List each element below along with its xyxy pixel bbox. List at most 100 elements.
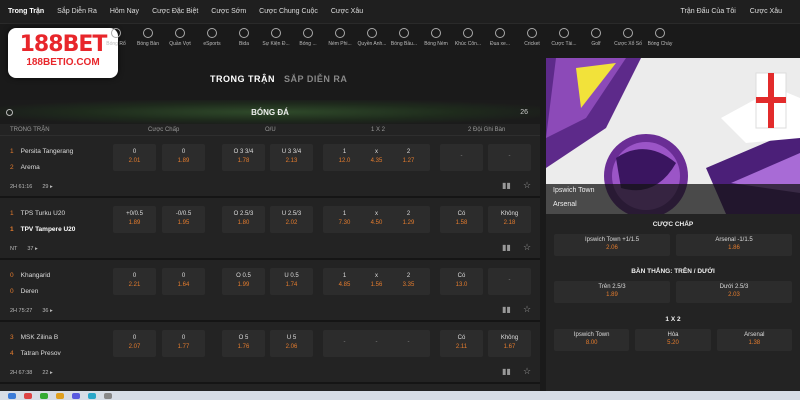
taskbar-app-icon[interactable]: [40, 392, 48, 399]
sport-tab[interactable]: eSports: [196, 26, 228, 54]
sport-tab[interactable]: Bóng Ném: [420, 26, 452, 54]
odds-cell[interactable]: O 5 1.76: [222, 330, 265, 357]
odds-cell[interactable]: 2 1.27: [387, 144, 430, 171]
odds-cell[interactable]: U 5 2.06: [270, 330, 313, 357]
featured-odds-box[interactable]: Hòa 5.20: [635, 329, 711, 351]
taskbar-app-icon[interactable]: [88, 392, 96, 399]
home-team[interactable]: 0 Khangarid: [10, 272, 50, 279]
top-nav-link[interactable]: Cược Sớm: [211, 8, 246, 15]
stats-icon[interactable]: ▮▮: [502, 368, 511, 376]
taskbar-app-icon[interactable]: [24, 392, 32, 399]
stats-icon[interactable]: ▮▮: [502, 306, 511, 314]
sport-tab[interactable]: Bóng Chày: [644, 26, 676, 54]
favorite-star-icon[interactable]: ☆: [523, 305, 531, 314]
away-team[interactable]: 0 Deren: [10, 288, 38, 295]
stats-icon[interactable]: ▮▮: [502, 244, 511, 252]
taskbar-app-icon[interactable]: [72, 392, 80, 399]
featured-odds-box[interactable]: Arsenal -1/1.5 1.86: [676, 234, 792, 256]
odds-cell[interactable]: 0 2.21: [113, 268, 156, 295]
favorite-star-icon[interactable]: ☆: [523, 243, 531, 252]
odds-cell[interactable]: Có 1.58: [440, 206, 483, 233]
sport-tab[interactable]: Cược Tài...: [548, 26, 580, 54]
favorite-star-icon[interactable]: ☆: [523, 367, 531, 376]
top-right-link[interactable]: Cược Xâu: [750, 8, 782, 15]
featured-teams: Ipswich Town Arsenal: [546, 184, 800, 214]
top-navigation: Trong Trận Sắp Diễn Ra Hôm Nay Cược Đặc Biệ…: [0, 0, 800, 24]
top-nav-link[interactable]: Cược Chung Cuộc: [259, 8, 318, 15]
featured-odds-box[interactable]: Dưới 2.5/3 2.03: [676, 281, 792, 303]
odds-cell[interactable]: 0 1.77: [162, 330, 205, 357]
home-team[interactable]: 1 Persita Tangerang: [10, 148, 73, 155]
taskbar-app-icon[interactable]: [104, 392, 112, 399]
odds-cell[interactable]: 0 1.89: [162, 144, 205, 171]
sport-label: Cược Xổ Số: [614, 41, 642, 47]
sport-tab[interactable]: Bóng ...: [292, 26, 324, 54]
odds-cell[interactable]: O 2.5/3 1.80: [222, 206, 265, 233]
top-right-link[interactable]: Trận Đấu Của Tôi: [681, 8, 736, 15]
handicap-odds: Ipswich Town +1/1.5 2.06 Arsenal -1/1.5 1.8…: [546, 234, 800, 256]
odds-label: O 0.5: [236, 273, 251, 279]
sport-tab[interactable]: Bóng Bầu...: [388, 26, 420, 54]
odds-label: Có: [457, 273, 466, 279]
sport-tab[interactable]: Sự Kiện Đ...: [260, 26, 292, 54]
home-team[interactable]: 1 TPS Turku U20: [10, 210, 65, 217]
odds-cell[interactable]: Có 2.11: [440, 330, 483, 357]
more-markets-link[interactable]: 36 ▸: [42, 308, 52, 314]
odds-cell[interactable]: U 2.5/3 2.02: [270, 206, 313, 233]
odds-cell[interactable]: Không 2.18: [488, 206, 531, 233]
featured-odds-box[interactable]: Arsenal 1.38: [716, 329, 792, 351]
favorite-star-icon[interactable]: ☆: [523, 181, 531, 190]
sport-tab[interactable]: Cược Xổ Số: [612, 26, 644, 54]
tab-upcoming[interactable]: SẮP DIỄN RA: [284, 74, 347, 84]
tab-live[interactable]: TRONG TRẬN: [210, 74, 275, 84]
sport-tab[interactable]: Đua xe...: [484, 26, 516, 54]
more-markets-link[interactable]: 22 ▸: [42, 370, 52, 376]
section-count: 26: [520, 108, 528, 116]
featured-odds-box[interactable]: Trên 2.5/3 1.89: [554, 281, 670, 303]
match-time: NT 37 ▸: [10, 246, 38, 252]
stats-icon[interactable]: ▮▮: [502, 182, 511, 190]
sport-tab[interactable]: Ném Phi...: [324, 26, 356, 54]
sport-tab[interactable]: Quần Vợt: [164, 26, 196, 54]
odds-cell[interactable]: Có 13.0: [440, 268, 483, 295]
odds-value: 1.64: [177, 282, 190, 288]
odds-cell[interactable]: 0 2.07: [113, 330, 156, 357]
sport-tab[interactable]: Bóng Bàn: [132, 26, 164, 54]
odds-cell[interactable]: U 0.5 1.74: [270, 268, 313, 295]
odds-cell[interactable]: 2 1.29: [387, 206, 430, 233]
top-nav-link[interactable]: Trong Trận: [8, 8, 44, 15]
sport-label: Bida: [238, 41, 249, 47]
odds-cell[interactable]: Không 1.67: [488, 330, 531, 357]
odds-cell[interactable]: 2 3.35: [387, 268, 430, 295]
top-nav-link[interactable]: Cược Xâu: [331, 8, 363, 15]
sport-icon: [143, 28, 153, 38]
taskbar-app-icon[interactable]: [8, 392, 16, 399]
top-nav-link[interactable]: Sắp Diễn Ra: [57, 8, 97, 15]
odds-cell[interactable]: U 3 3/4 2.13: [270, 144, 313, 171]
sport-tab[interactable]: Cricket: [516, 26, 548, 54]
odds-cell[interactable]: 0 2.01: [113, 144, 156, 171]
sport-tab[interactable]: Bóng Rổ: [100, 26, 132, 54]
sport-tab[interactable]: Golf: [580, 26, 612, 54]
featured-odds-box[interactable]: Ipswich Town 8.00: [554, 329, 630, 351]
featured-odds-box[interactable]: Ipswich Town +1/1.5 2.06: [554, 234, 670, 256]
taskbar-app-icon[interactable]: [56, 392, 64, 399]
more-markets-link[interactable]: 29 ▸: [42, 184, 52, 190]
odds-value: 1.80: [237, 220, 250, 226]
away-team[interactable]: 2 Arema: [10, 164, 40, 171]
odds-cell[interactable]: O 3 3/4 1.78: [222, 144, 265, 171]
sport-tab[interactable]: Quyền Anh...: [356, 26, 388, 54]
away-team[interactable]: 1 TPV Tampere U20: [10, 226, 75, 233]
sport-tab[interactable]: Khúc Côn...: [452, 26, 484, 54]
odds-cell[interactable]: -0/0.5 1.95: [162, 206, 205, 233]
top-nav-link[interactable]: Hôm Nay: [110, 8, 139, 15]
odds-cell[interactable]: +0/0.5 1.89: [113, 206, 156, 233]
top-nav-link[interactable]: Cược Đặc Biệt: [152, 8, 198, 15]
sport-tab[interactable]: Bida: [228, 26, 260, 54]
odds-cell[interactable]: O 0.5 1.99: [222, 268, 265, 295]
more-markets-link[interactable]: 37 ▸: [27, 246, 37, 252]
away-team[interactable]: 4 Tatran Presov: [10, 350, 61, 357]
section-header[interactable]: BÓNG ĐÁ 26: [0, 100, 540, 124]
odds-cell[interactable]: 0 1.64: [162, 268, 205, 295]
home-team[interactable]: 3 MSK Zilina B: [10, 334, 58, 341]
